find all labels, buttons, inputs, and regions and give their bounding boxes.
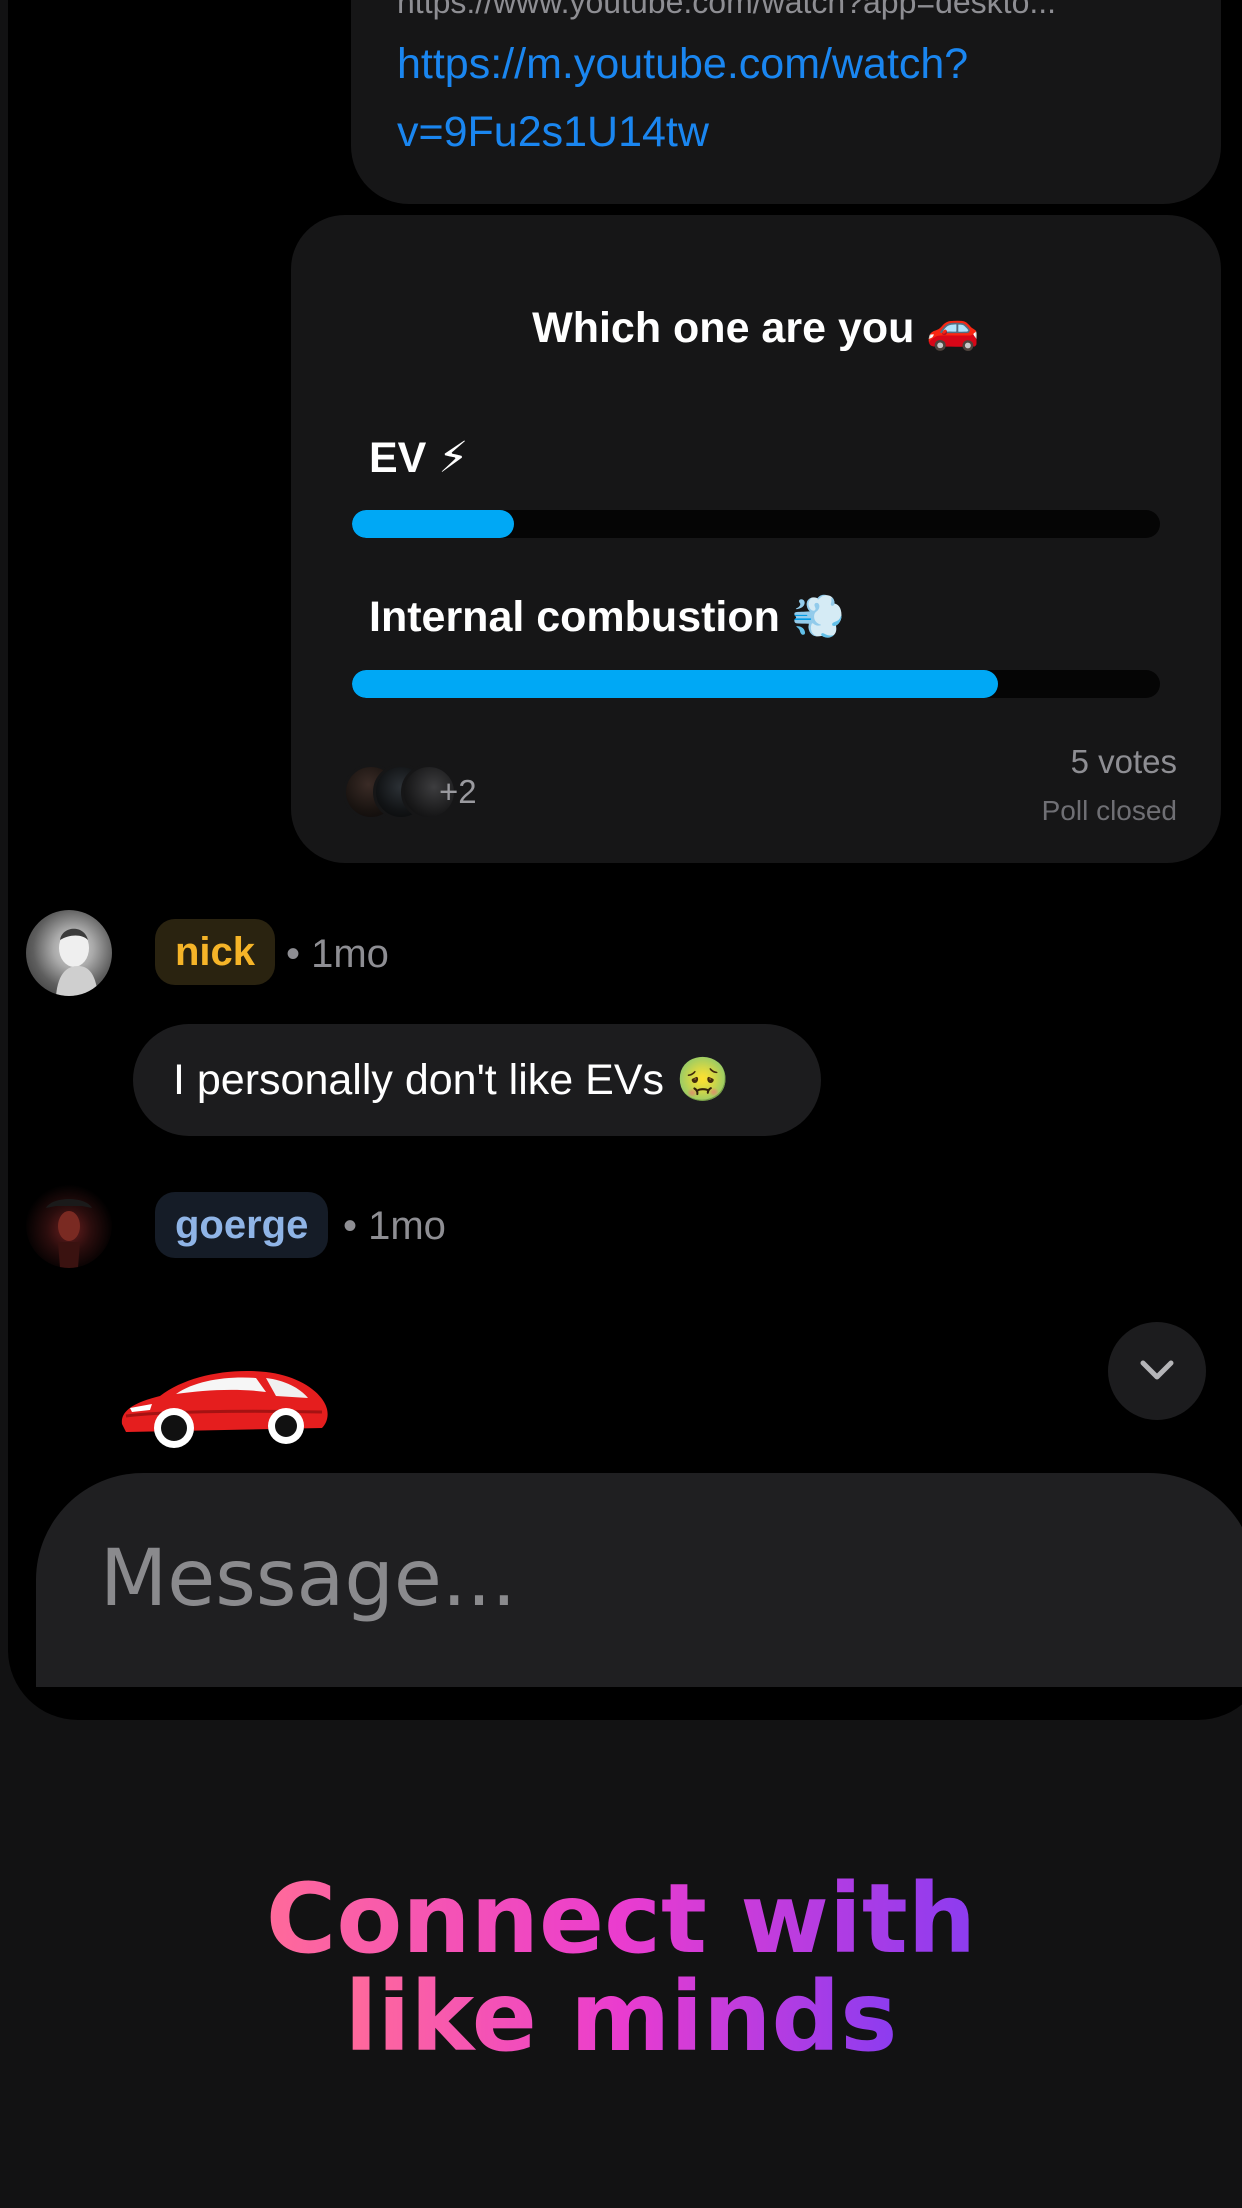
username-tag[interactable]: goerge (155, 1192, 329, 1258)
poll-bar-fill (352, 670, 999, 698)
tagline-line-2: like minds (344, 1961, 898, 2073)
message-time: • 1mo (286, 932, 389, 976)
profile-photo-icon (46, 1199, 92, 1268)
message-input[interactable] (98, 1513, 1102, 1645)
chat-screen: https://www.youtube.com/watch?app=deskto… (8, 0, 1242, 1720)
message-time: • 1mo (343, 1204, 446, 1248)
tagline-line-1: Connect with (265, 1863, 977, 1975)
avatar[interactable] (26, 1182, 112, 1268)
poll-option-ev: EV ⚡ (369, 434, 469, 482)
avatar[interactable] (26, 910, 112, 996)
profile-photo-icon (56, 928, 98, 996)
link-preview-url: https://www.youtube.com/watch?app=deskto… (397, 0, 1057, 20)
poll-summary: 5 votes Poll closed (1042, 743, 1177, 827)
poll-vote-count: 5 votes (1070, 743, 1177, 780)
poll-option-combustion: Internal combustion 💨 (369, 593, 846, 641)
poll-bar-fill (352, 510, 514, 538)
poll-status: Poll closed (1041, 795, 1177, 826)
tagline: Connect with like minds (0, 1870, 1242, 2066)
message-bubble[interactable]: I personally don't like EVs 🤢 (133, 1024, 821, 1136)
username-tag[interactable]: nick (155, 919, 276, 985)
scroll-to-bottom-button[interactable] (1108, 1322, 1206, 1420)
poll-bar-combustion (352, 670, 1160, 698)
poll-title: Which one are you 🚗 (532, 304, 980, 352)
youtube-link[interactable]: https://m.youtube.com/watch?v=9Fu2s1U14t… (397, 30, 1157, 166)
message-composer (36, 1473, 1242, 1687)
red-car-sticker-icon[interactable] (116, 1358, 332, 1452)
voter-more-count: +2 (439, 773, 477, 810)
chevron-down-icon (1140, 1360, 1174, 1380)
link-message: https://www.youtube.com/watch?app=deskto… (351, 0, 1221, 204)
poll-bar-ev (352, 510, 1160, 538)
poll-card: Which one are you 🚗 EV ⚡ Internal combus… (291, 215, 1221, 863)
